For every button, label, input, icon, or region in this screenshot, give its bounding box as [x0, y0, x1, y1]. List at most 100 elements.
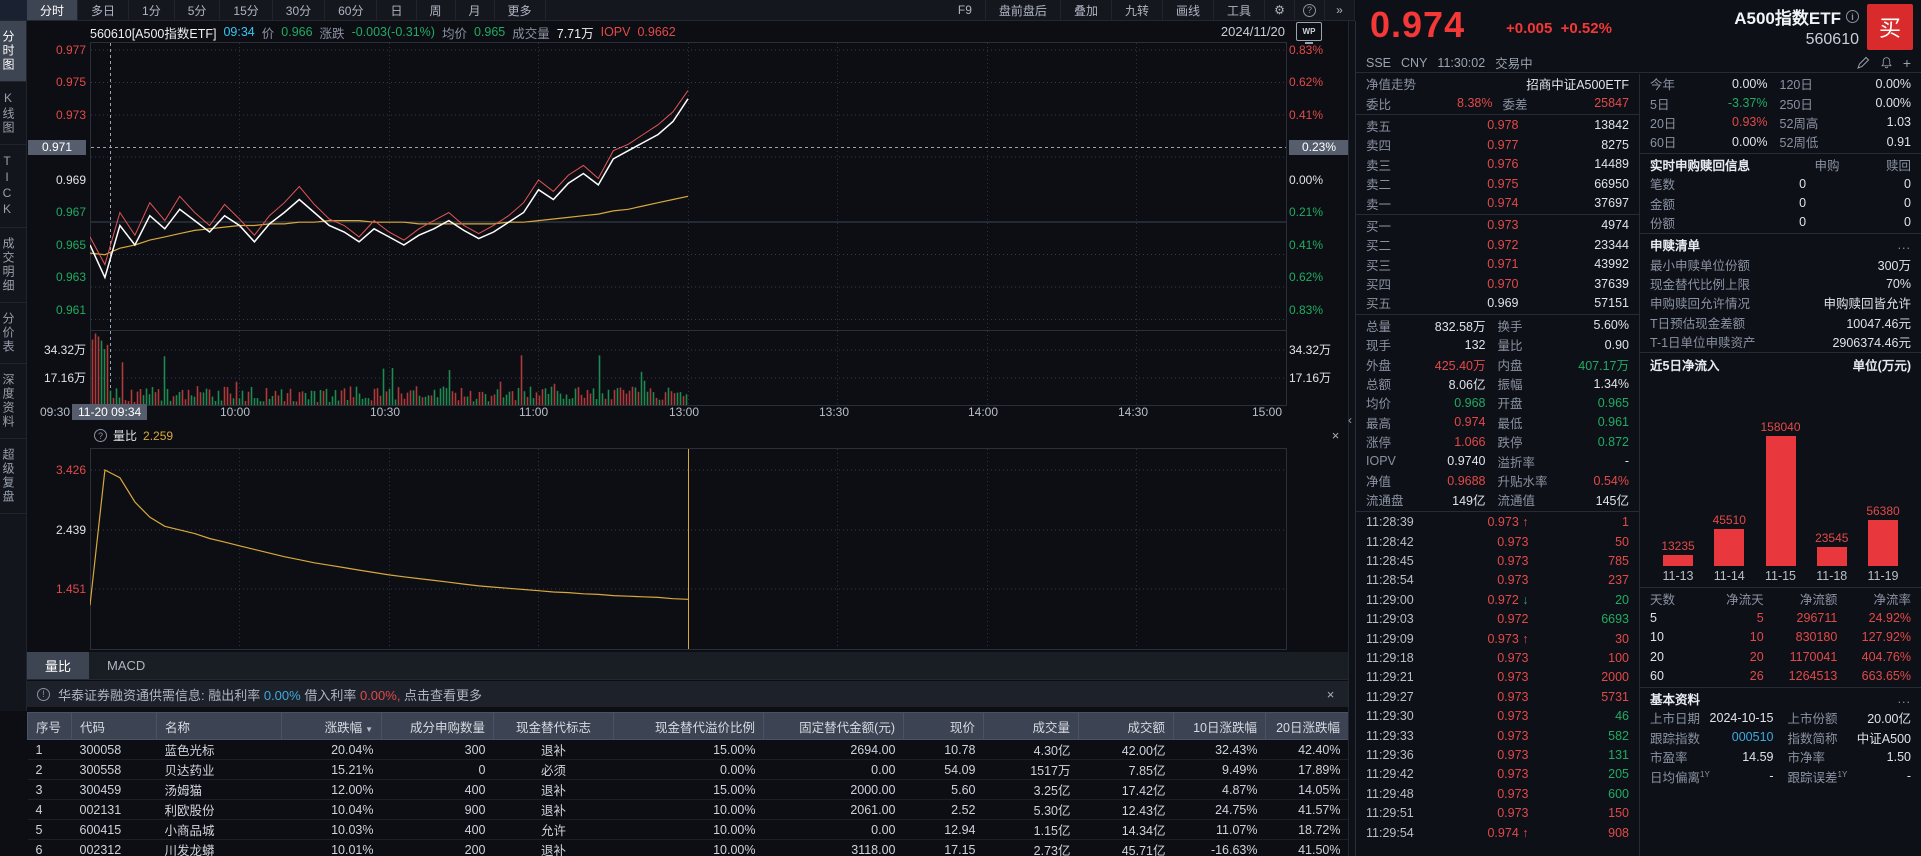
tick-row[interactable]: 11:29:090.973 ↑30	[1366, 629, 1629, 648]
column-header-20日涨跌幅[interactable]: 20日涨跌幅	[1266, 713, 1349, 740]
column-header-现价[interactable]: 现价	[904, 713, 984, 740]
tick-row[interactable]: 11:29:540.974 ↑908	[1366, 823, 1629, 842]
indicator-tab-MACD[interactable]: MACD	[89, 652, 163, 679]
bell-icon[interactable]	[1880, 56, 1893, 69]
menu-item-画线[interactable]: 画线	[1163, 0, 1214, 20]
menu-item-更多[interactable]: 更多	[495, 0, 546, 20]
column-header-10日涨跌幅[interactable]: 10日涨跌幅	[1174, 713, 1266, 740]
tick-row[interactable]: 11:28:540.973237	[1366, 571, 1629, 590]
intraday-chart[interactable]	[90, 42, 1287, 650]
table-row[interactable]: 2300558贝达药业15.21%0必须0.00%0.0054.091517万7…	[28, 760, 1349, 780]
column-header-现金替代标志[interactable]: 现金替代标志	[494, 713, 614, 740]
left-tab-TICK[interactable]: TICK	[0, 145, 26, 228]
tick-row[interactable]: 11:28:390.973 ↑1	[1366, 513, 1629, 532]
bid-row[interactable]: 买三0.97143992	[1366, 255, 1629, 274]
column-header-涨跌幅[interactable]: 涨跌幅▼	[282, 713, 382, 740]
table-cell: -16.63%	[1174, 840, 1266, 856]
table-cell: 45.71亿	[1079, 840, 1174, 856]
column-header-成分申购数量[interactable]: 成分申购数量	[382, 713, 494, 740]
menu-item-周[interactable]: 周	[417, 0, 456, 20]
tick-row[interactable]: 11:28:450.973785	[1366, 551, 1629, 570]
quote-right-column: 今年0.00%120日0.00%5日-3.37%250日0.00%20日0.93…	[1640, 74, 1921, 856]
column-header-代码[interactable]: 代码	[72, 713, 157, 740]
menu-item-F9[interactable]: F9	[945, 0, 986, 20]
table-row[interactable]: 4002131利欧股份10.04%900退补10.00%2061.002.525…	[28, 800, 1349, 820]
menu-item-日[interactable]: 日	[377, 0, 416, 20]
column-header-固定替代金额(元)[interactable]: 固定替代金额(元)	[764, 713, 904, 740]
tick-row[interactable]: 11:29:300.97346	[1366, 707, 1629, 726]
left-tab-深度资料[interactable]: 深度资料	[0, 364, 26, 439]
left-tab-分时图[interactable]: 分时图	[0, 21, 26, 82]
tick-row[interactable]: 11:29:330.973582	[1366, 726, 1629, 745]
wp-monitor-icon[interactable]: WP	[1296, 22, 1322, 41]
table-row[interactable]: 6002312川发龙蟒10.01%200退补10.00%3118.0017.15…	[28, 840, 1349, 856]
tick-row[interactable]: 11:29:420.973205	[1366, 765, 1629, 784]
bid-row[interactable]: 买四0.97037639	[1366, 274, 1629, 293]
tick-row[interactable]: 11:29:180.973100	[1366, 648, 1629, 667]
ask-row[interactable]: 卖三0.97614489	[1366, 155, 1629, 174]
table-cell: 0	[382, 760, 494, 780]
left-tab-K线图[interactable]: K线图	[0, 82, 26, 145]
menu-item-多日[interactable]: 多日	[78, 0, 129, 20]
tick-row[interactable]: 11:29:510.973150	[1366, 803, 1629, 822]
menu-item-15分[interactable]: 15分	[220, 0, 272, 20]
left-tab-超级复盘[interactable]: 超级复盘	[0, 439, 26, 514]
bid-row[interactable]: 买二0.97223344	[1366, 235, 1629, 254]
menu-item-30分[interactable]: 30分	[273, 0, 325, 20]
buy-button[interactable]: 买	[1867, 4, 1913, 50]
menu-item-1分[interactable]: 1分	[129, 0, 175, 20]
tick-row[interactable]: 11:29:000.972 ↓20	[1366, 590, 1629, 609]
help-icon[interactable]: ?	[94, 429, 107, 442]
ask-row[interactable]: 卖一0.97437697	[1366, 193, 1629, 212]
pencil-icon[interactable]	[1857, 56, 1870, 69]
column-header-序号[interactable]: 序号	[28, 713, 72, 740]
menu-item-工具[interactable]: 工具	[1214, 0, 1265, 20]
table-row[interactable]: 3300459汤姆猫12.00%400退补15.00%2000.005.603.…	[28, 780, 1349, 800]
stat-row: 外盘425.40万内盘407.17万	[1366, 354, 1629, 373]
left-tab-分价表[interactable]: 分价表	[0, 303, 26, 364]
menu-item-分时[interactable]: 分时	[27, 0, 78, 20]
info-icon[interactable]: i	[1846, 10, 1859, 23]
ask-row[interactable]: 卖五0.97813842	[1366, 116, 1629, 135]
bid-row[interactable]: 买一0.9734974	[1366, 216, 1629, 235]
tick-row[interactable]: 11:29:210.9732000	[1366, 668, 1629, 687]
column-header-成交量[interactable]: 成交量	[984, 713, 1079, 740]
divider	[1640, 352, 1921, 353]
subchart-close-icon[interactable]: ×	[1328, 428, 1343, 443]
crosshair-time-label: 11-20 09:34	[72, 404, 147, 420]
menu-item-月[interactable]: 月	[456, 0, 495, 20]
more-chevron-icon[interactable]: »	[1325, 0, 1355, 20]
bid-row[interactable]: 买五0.96957151	[1366, 293, 1629, 312]
menu-item-60分[interactable]: 60分	[325, 0, 377, 20]
menu-item-5分[interactable]: 5分	[175, 0, 221, 20]
ask-row[interactable]: 卖二0.97566950	[1366, 174, 1629, 193]
info-more-link[interactable]: 点击查看更多	[400, 688, 482, 703]
tick-row[interactable]: 11:28:420.97350	[1366, 532, 1629, 551]
column-header-现金替代溢价比例[interactable]: 现金替代溢价比例	[614, 713, 764, 740]
collapse-arrow-icon[interactable]: ‹	[1348, 413, 1352, 427]
left-tab-成交明细[interactable]: 成交明细	[0, 228, 26, 303]
menu-item-叠加[interactable]: 叠加	[1061, 0, 1112, 20]
tick-row[interactable]: 11:29:480.973600	[1366, 784, 1629, 803]
ask-row[interactable]: 卖四0.9778275	[1366, 135, 1629, 154]
constituents-table: 序号代码名称涨跌幅▼成分申购数量现金替代标志现金替代溢价比例固定替代金额(元)现…	[27, 712, 1348, 856]
settings-gear-icon[interactable]: ⚙	[1265, 0, 1295, 20]
margin-info-bar[interactable]: ! 华泰证券融资通供需信息: 融出利率 0.00% 借入利率 0.00%, 点击…	[27, 681, 1348, 707]
indicator-tab-量比[interactable]: 量比	[27, 652, 89, 679]
column-header-成交额[interactable]: 成交额	[1079, 713, 1174, 740]
tick-row[interactable]: 11:29:360.973131	[1366, 745, 1629, 764]
menu-item-九转[interactable]: 九转	[1112, 0, 1163, 20]
time-axis-label: 10:30	[370, 405, 400, 419]
table-row[interactable]: 1300058蓝色光标20.04%300退补15.00%2694.0010.78…	[28, 740, 1349, 760]
tick-row[interactable]: 11:29:270.9735731	[1366, 687, 1629, 706]
tick-row[interactable]: 11:29:030.9726693	[1366, 610, 1629, 629]
stat-row: 总额8.06亿振幅1.34%	[1366, 374, 1629, 393]
menu-item-盘前盘后[interactable]: 盘前盘后	[986, 0, 1061, 20]
add-icon[interactable]: +	[1903, 55, 1911, 71]
column-header-名称[interactable]: 名称	[157, 713, 282, 740]
infobar-close-icon[interactable]: ×	[1323, 687, 1338, 702]
help-icon[interactable]: ?	[1295, 0, 1325, 20]
panel-divider[interactable]: ‹	[1348, 21, 1356, 856]
divider	[1640, 587, 1921, 588]
table-row[interactable]: 5600415小商品城10.03%400允许10.00%0.0012.941.1…	[28, 820, 1349, 840]
